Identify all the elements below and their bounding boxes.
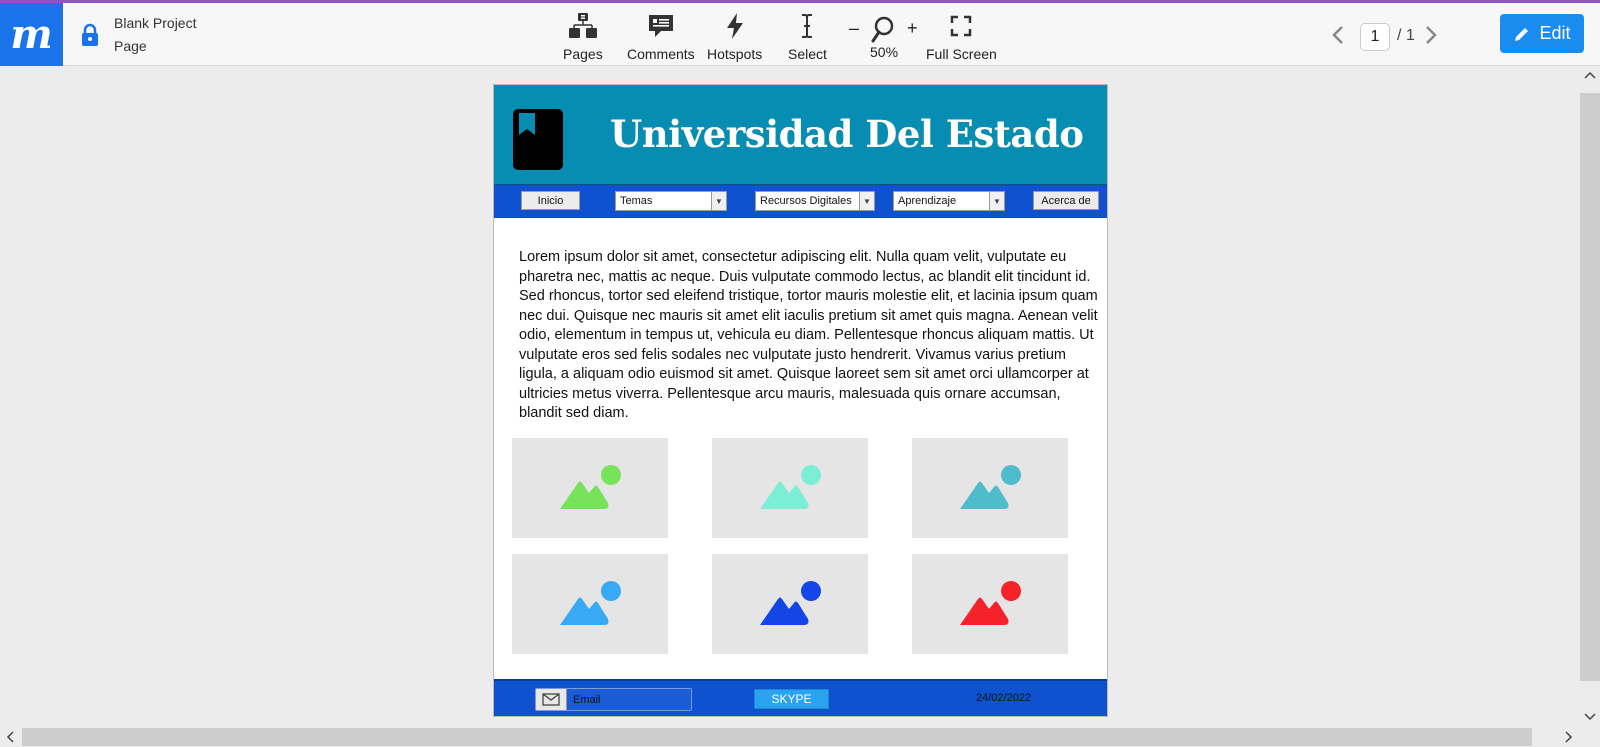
image-placeholder-icon — [960, 581, 1021, 625]
fullscreen-label: Full Screen — [926, 46, 997, 62]
comments-label: Comments — [627, 46, 695, 62]
footer-date: 24/02/2022 — [976, 692, 1032, 704]
pages-icon — [568, 9, 597, 43]
pencil-icon — [1515, 27, 1529, 41]
lightning-icon — [724, 9, 746, 43]
nav-temas-select[interactable]: Temas ▼ — [615, 191, 727, 211]
hotspots-tool[interactable]: Hotspots — [707, 9, 762, 62]
scroll-up-icon[interactable] — [1584, 70, 1596, 80]
pages-tool[interactable]: Pages — [563, 9, 603, 62]
image-placeholder — [512, 554, 668, 654]
magnifier-icon[interactable] — [871, 16, 895, 44]
image-placeholder-icon — [560, 581, 621, 625]
edit-label: Edit — [1539, 23, 1571, 43]
image-placeholder — [912, 554, 1068, 654]
horizontal-scrollbar-thumb[interactable] — [22, 728, 1532, 746]
image-placeholder — [712, 554, 868, 654]
nav-acerca-button[interactable]: Acerca de — [1033, 191, 1099, 210]
chevron-left-icon[interactable] — [1331, 25, 1345, 45]
nav-recursos-select[interactable]: Recursos Digitales ▼ — [755, 191, 875, 211]
edit-button[interactable]: Edit — [1500, 14, 1584, 53]
mockup-page: Universidad Del Estado Inicio Temas ▼ Re… — [493, 84, 1108, 717]
page-total: / 1 — [1397, 27, 1415, 44]
page-number-input[interactable]: 1 — [1360, 23, 1390, 51]
vertical-scrollbar-thumb[interactable] — [1580, 93, 1600, 681]
project-title[interactable]: Blank Project — [114, 15, 196, 31]
zoom-in-button[interactable]: + — [907, 18, 918, 39]
scroll-down-icon[interactable] — [1584, 712, 1596, 722]
book-icon — [513, 109, 563, 170]
fullscreen-tool[interactable]: Full Screen — [926, 9, 997, 62]
text-cursor-icon — [799, 9, 815, 43]
image-placeholder — [712, 438, 868, 538]
aprendizaje-label: Aprendizaje — [898, 195, 957, 207]
image-placeholder-icon — [560, 465, 621, 509]
site-title: Universidad Del Estado — [610, 112, 1084, 156]
dropdown-arrow-icon: ▼ — [859, 192, 874, 210]
recursos-label: Recursos Digitales — [760, 195, 852, 207]
lock-icon[interactable] — [80, 23, 100, 47]
comments-tool[interactable]: Comments — [627, 9, 695, 62]
chevron-right-icon[interactable] — [1424, 25, 1438, 45]
envelope-icon — [536, 689, 567, 710]
skype-button[interactable]: SKYPE — [754, 689, 829, 709]
scroll-left-icon[interactable] — [5, 731, 15, 743]
image-placeholder-icon — [760, 581, 821, 625]
page-name: Page — [114, 38, 147, 54]
image-placeholder — [512, 438, 668, 538]
nav-aprendizaje-select[interactable]: Aprendizaje ▼ — [893, 191, 1005, 211]
select-tool[interactable]: Select — [788, 9, 827, 62]
select-label: Select — [788, 46, 827, 62]
dropdown-arrow-icon: ▼ — [711, 192, 726, 210]
comments-icon — [647, 9, 675, 43]
fullscreen-icon — [950, 9, 972, 43]
email-field[interactable]: Email — [535, 688, 692, 711]
body-paragraph: Lorem ipsum dolor sit amet, consectetur … — [519, 249, 1098, 421]
viewer-header: m Blank Project Page Pages Comments Hots… — [0, 3, 1600, 66]
logo-letter: m — [10, 11, 53, 58]
pages-label: Pages — [563, 46, 603, 62]
site-nav: Inicio Temas ▼ Recursos Digitales ▼ Apre… — [494, 185, 1107, 218]
email-placeholder: Email — [573, 694, 601, 706]
site-banner: Universidad Del Estado — [494, 85, 1107, 185]
zoom-level: 50% — [870, 44, 899, 60]
site-footer: Email SKYPE 24/02/2022 — [494, 679, 1107, 716]
moqups-logo[interactable]: m — [0, 3, 63, 66]
nav-inicio-button[interactable]: Inicio — [521, 191, 580, 210]
zoom-out-button[interactable]: – — [849, 18, 859, 39]
dropdown-arrow-icon: ▼ — [989, 192, 1004, 210]
temas-label: Temas — [620, 195, 653, 207]
hotspots-label: Hotspots — [707, 46, 763, 62]
image-placeholder-icon — [760, 465, 821, 509]
scroll-right-icon[interactable] — [1564, 731, 1574, 743]
image-placeholder — [912, 438, 1068, 538]
image-placeholder-icon — [960, 465, 1021, 509]
